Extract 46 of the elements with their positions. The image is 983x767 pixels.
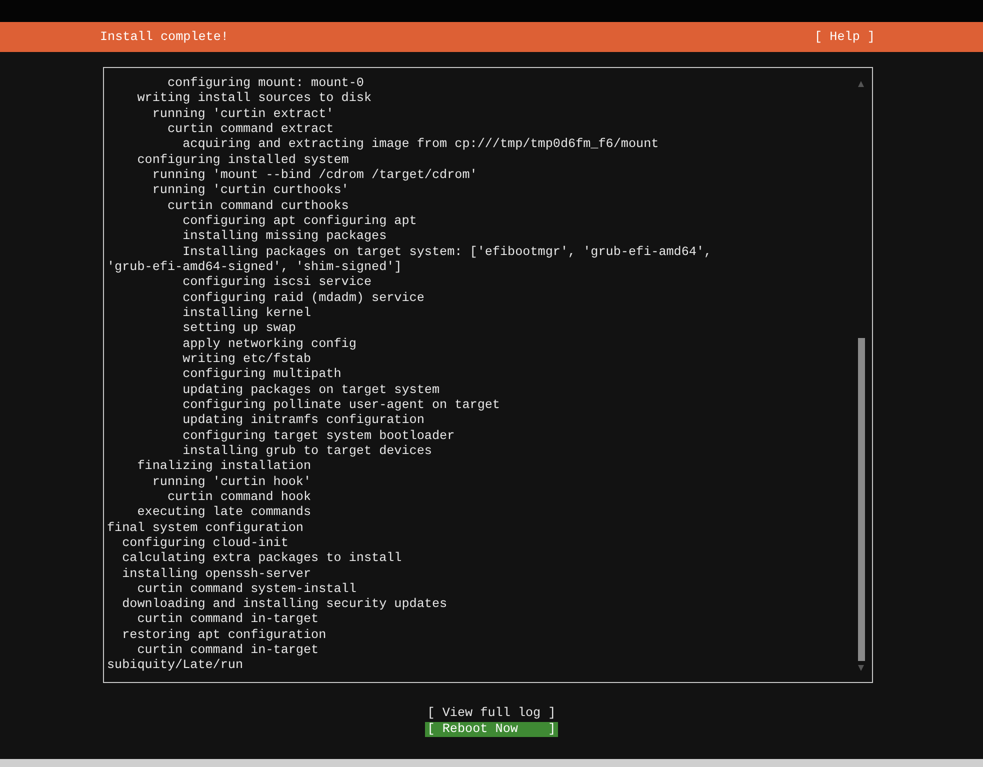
help-button[interactable]: [ Help ] [814,30,875,44]
log-line: restoring apt configuration [121,628,328,644]
scrollbar-thumb[interactable] [858,338,864,661]
log-line: curtin command in-target [136,643,320,658]
log-line: curtin command curthooks [166,198,350,214]
log-line: apply networking config [182,336,358,352]
log-line: installing grub to target devices [182,444,433,460]
log-line: curtin command hook [166,490,312,506]
log-line: configuring iscsi service [182,275,373,291]
log-line: configuring raid (mdadm) service [182,290,426,306]
log-line: installing kernel [182,306,312,322]
log-line: downloading and installing security updates [121,597,448,612]
log-line: subiquity/Late/run [107,658,244,674]
log-line: final system configuration [107,520,304,536]
log-line: executing late commands [136,505,312,521]
log-line: updating packages on target system [182,382,441,398]
log-line: installing openssh-server [121,566,312,582]
log-line: updating initramfs configuration [182,413,426,429]
log-line: installing missing packages [182,229,388,245]
log-line: 'grub-efi-amd64-signed', 'shim-signed'] [107,260,403,276]
log-line: calculating extra packages to install [121,551,403,566]
log-line: configuring cloud-init [121,536,290,552]
scroll-down-icon[interactable] [857,664,865,672]
log-line: configuring multipath [182,367,342,383]
log-line: setting up swap [182,321,297,337]
log-line: curtin command in-target [136,612,320,628]
log-line: running 'curtin extract' [151,106,335,122]
log-line: running 'curtin hook' [151,474,312,490]
log-line: writing install sources to disk [136,91,373,107]
scroll-up-icon[interactable] [857,80,865,88]
screen-title: Install complete! [100,30,228,44]
menu-button[interactable]: [ View full log ] [425,706,558,721]
log-line: running 'mount --bind /cdrom /target/cdrom' [151,168,478,184]
log-line: curtin command extract [166,122,335,138]
log-line: writing etc/fstab [182,352,312,368]
log-line: Installing packages on target system: ['efibootmgr', 'grub-efi-amd64', [182,244,713,260]
log-line: finalizing installation [136,459,312,475]
log-line: configuring pollinate user-agent on target [182,398,501,414]
log-line: acquiring and extracting image from cp:///tmp/tmp0d6fm_f6/mount [182,137,660,153]
log-line: configuring mount: mount-0 [166,76,365,92]
log-line: running 'curtin curthooks' [151,183,350,199]
log-line: configuring installed system [136,152,350,168]
log-line: configuring target system bootloader [182,428,456,444]
log-line: configuring apt configuring apt [182,214,418,230]
log-line: curtin command system-install [136,582,358,598]
menu-button[interactable]: [ Reboot Now ] [425,722,558,737]
